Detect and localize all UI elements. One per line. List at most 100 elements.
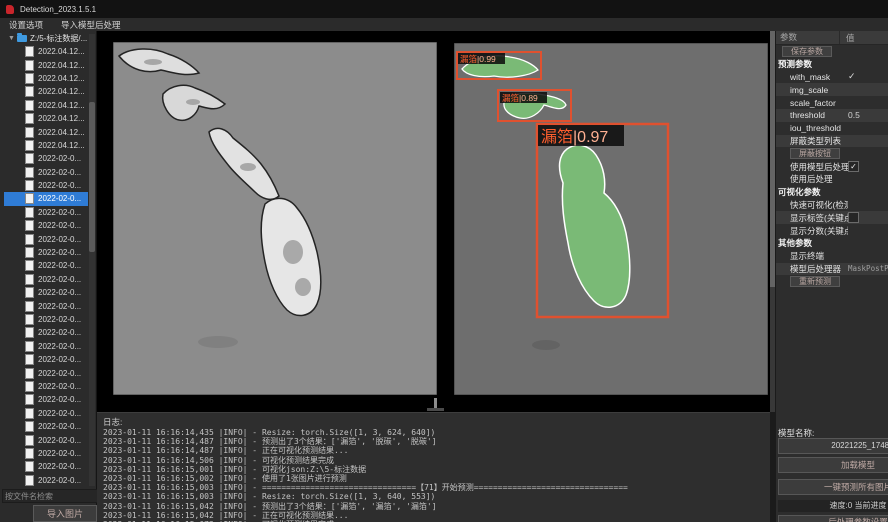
param-row[interactable]: iou_threshold — [776, 122, 888, 135]
param-row[interactable]: 快速可视化(检测) — [776, 199, 888, 212]
menu-item-settings[interactable]: 设置选项 — [0, 19, 52, 31]
prediction-image[interactable]: 漏箔|0.99 漏箔|0.89 漏箔|0.97 — [454, 43, 768, 395]
tree-item[interactable]: 2022-02-0... — [4, 192, 88, 205]
params-scrollbar[interactable] — [770, 31, 775, 412]
tree-item[interactable]: 2022-02-0... — [0, 219, 96, 232]
file-icon — [25, 327, 34, 338]
splitter-handle-base[interactable] — [427, 408, 444, 411]
tree-item[interactable]: 2022-02-0... — [0, 206, 96, 219]
params-scrollbar-thumb[interactable] — [770, 31, 775, 287]
param-name: 快速可视化(检测) — [776, 199, 848, 211]
tree-item[interactable]: 2022-02-0... — [0, 179, 96, 192]
detection-score: |0.97 — [573, 129, 608, 146]
detection-score: |0.99 — [477, 54, 496, 64]
tree-item-label: 2022-02-0... — [38, 235, 81, 244]
param-section-header: 其他参数 — [776, 237, 888, 250]
load-model-button[interactable]: 加载模型 — [778, 457, 888, 473]
tree-item[interactable]: 2022-02-0... — [0, 152, 96, 165]
param-row[interactable]: img_scale — [776, 83, 888, 96]
tree-item[interactable]: 2022-02-0... — [0, 420, 96, 433]
params-header-value: 值 — [840, 32, 855, 44]
tree-item[interactable]: 2022-02-0... — [0, 474, 96, 487]
tree-item[interactable]: 2022-02-0... — [0, 447, 96, 460]
tree-item-label: 2022-02-0... — [38, 395, 81, 404]
file-tree-panel: ▼ Z:/5-标注数据/... 2022.04.12...2022.04.12.… — [0, 31, 97, 522]
param-button[interactable]: 重新预测 — [790, 276, 840, 287]
param-row[interactable]: 屏蔽类型列表 — [776, 135, 888, 148]
tree-item[interactable]: 2022-02-0... — [0, 286, 96, 299]
log-title: 日志: — [103, 416, 122, 428]
log-line: 2023-01-11 16:16:15,002 |INFO| - 使用了1张图片… — [103, 474, 767, 483]
file-icon — [25, 140, 34, 151]
tree-item[interactable]: 2022-02-0... — [0, 299, 96, 312]
param-row[interactable]: 显示标签(关键点) — [776, 211, 888, 224]
param-button[interactable]: 保存参数 — [782, 46, 832, 57]
postprocess-settings-button[interactable]: 后处理参数设置 — [778, 515, 888, 522]
tree-item[interactable]: 2022-02-0... — [0, 407, 96, 420]
splitter-handle[interactable] — [434, 398, 437, 408]
param-row[interactable]: scale_factor — [776, 96, 888, 109]
tree-item[interactable]: 2022.04.12... — [0, 58, 96, 71]
tree-item-label: 2022-02-0... — [38, 275, 81, 284]
tree-item[interactable]: 2022-02-0... — [0, 366, 96, 379]
param-row[interactable]: 使用后处理 — [776, 173, 888, 186]
param-section-header: 预测参数 — [776, 58, 888, 71]
param-button[interactable]: 屏蔽按钮 — [790, 148, 840, 159]
tree-root-node[interactable]: ▼ Z:/5-标注数据/... — [0, 32, 96, 45]
svg-text:漏箔|0.89: 漏箔|0.89 — [502, 93, 538, 103]
tree-item[interactable]: 2022-02-0... — [0, 259, 96, 272]
tree-item[interactable]: 2022.04.12... — [0, 72, 96, 85]
tree-item[interactable]: 2022-02-0... — [0, 380, 96, 393]
tree-item[interactable]: 2022.04.12... — [0, 85, 96, 98]
param-row[interactable]: 显示分数(关键点) — [776, 224, 888, 237]
tree-item[interactable]: 2022-02-0... — [0, 353, 96, 366]
tree-scrollbar[interactable] — [89, 34, 95, 486]
param-row[interactable]: 模型后处理器MaskPostPro — [776, 263, 888, 276]
tree-item[interactable]: 2022-02-0... — [0, 326, 96, 339]
tree-item[interactable]: 2022-02-0... — [0, 313, 96, 326]
tree-item[interactable]: 2022.04.12... — [0, 125, 96, 138]
file-icon — [25, 153, 34, 164]
param-row[interactable]: threshold0.5 — [776, 109, 888, 122]
tree-item-label: 2022-02-0... — [38, 476, 81, 485]
param-button-row: 保存参数 — [776, 45, 888, 58]
params-table-header: 参数 值 — [776, 31, 888, 45]
tree-item[interactable]: 2022-02-0... — [0, 433, 96, 446]
svg-text:漏箔|0.97: 漏箔|0.97 — [541, 128, 608, 146]
tree-item-label: 2022.04.12... — [38, 114, 85, 123]
checkbox-unchecked[interactable] — [848, 212, 859, 223]
tree-item-label: 2022-02-0... — [38, 181, 81, 190]
model-name-field[interactable]: 20221225_174813 — [778, 438, 888, 454]
tree-item[interactable]: 2022-02-0... — [0, 246, 96, 259]
tree-item[interactable]: 2022-02-0... — [0, 166, 96, 179]
file-icon — [25, 287, 34, 298]
caret-down-icon[interactable]: ▼ — [8, 35, 15, 42]
tree-item[interactable]: 2022-02-0... — [0, 393, 96, 406]
file-icon — [25, 394, 34, 405]
search-input[interactable] — [2, 489, 98, 503]
tree-item[interactable]: 2022-02-0... — [0, 273, 96, 286]
tree-item-label: 2022-02-0... — [38, 302, 81, 311]
detection-label: 漏箔 — [460, 54, 478, 64]
tree-item[interactable]: 2022.04.12... — [0, 139, 96, 152]
tree-item[interactable]: 2022-02-0... — [0, 460, 96, 473]
param-value-cell: ✓ — [848, 71, 888, 82]
log-line: 2023-01-11 16:16:15,042 |INFO| - 预测出了3个结… — [103, 502, 767, 511]
param-row[interactable]: with_mask✓ — [776, 71, 888, 84]
checkbox-checked[interactable]: ✓ — [848, 161, 859, 172]
tree-item[interactable]: 2022.04.12... — [0, 45, 96, 58]
tree-item[interactable]: 2022-02-0... — [0, 232, 96, 245]
tree-item[interactable]: 2022.04.12... — [0, 99, 96, 112]
tree-item-label: 2022-02-0... — [38, 288, 81, 297]
tree-item[interactable]: 2022-02-0... — [0, 340, 96, 353]
param-row[interactable]: 显示终端 — [776, 250, 888, 263]
predict-all-button[interactable]: 一键预测所有图片 — [778, 479, 888, 495]
param-button-row: 屏蔽按钮 — [776, 147, 888, 160]
tree-item-label: 2022-02-0... — [38, 369, 81, 378]
import-images-button[interactable]: 导入图片 — [33, 505, 97, 522]
original-image[interactable] — [113, 42, 437, 395]
menu-item-import-postprocess[interactable]: 导入模型后处理 — [52, 19, 130, 31]
param-row[interactable]: 使用模型后处理✓ — [776, 160, 888, 173]
tree-item[interactable]: 2022.04.12... — [0, 112, 96, 125]
tree-scrollbar-thumb[interactable] — [89, 102, 95, 252]
